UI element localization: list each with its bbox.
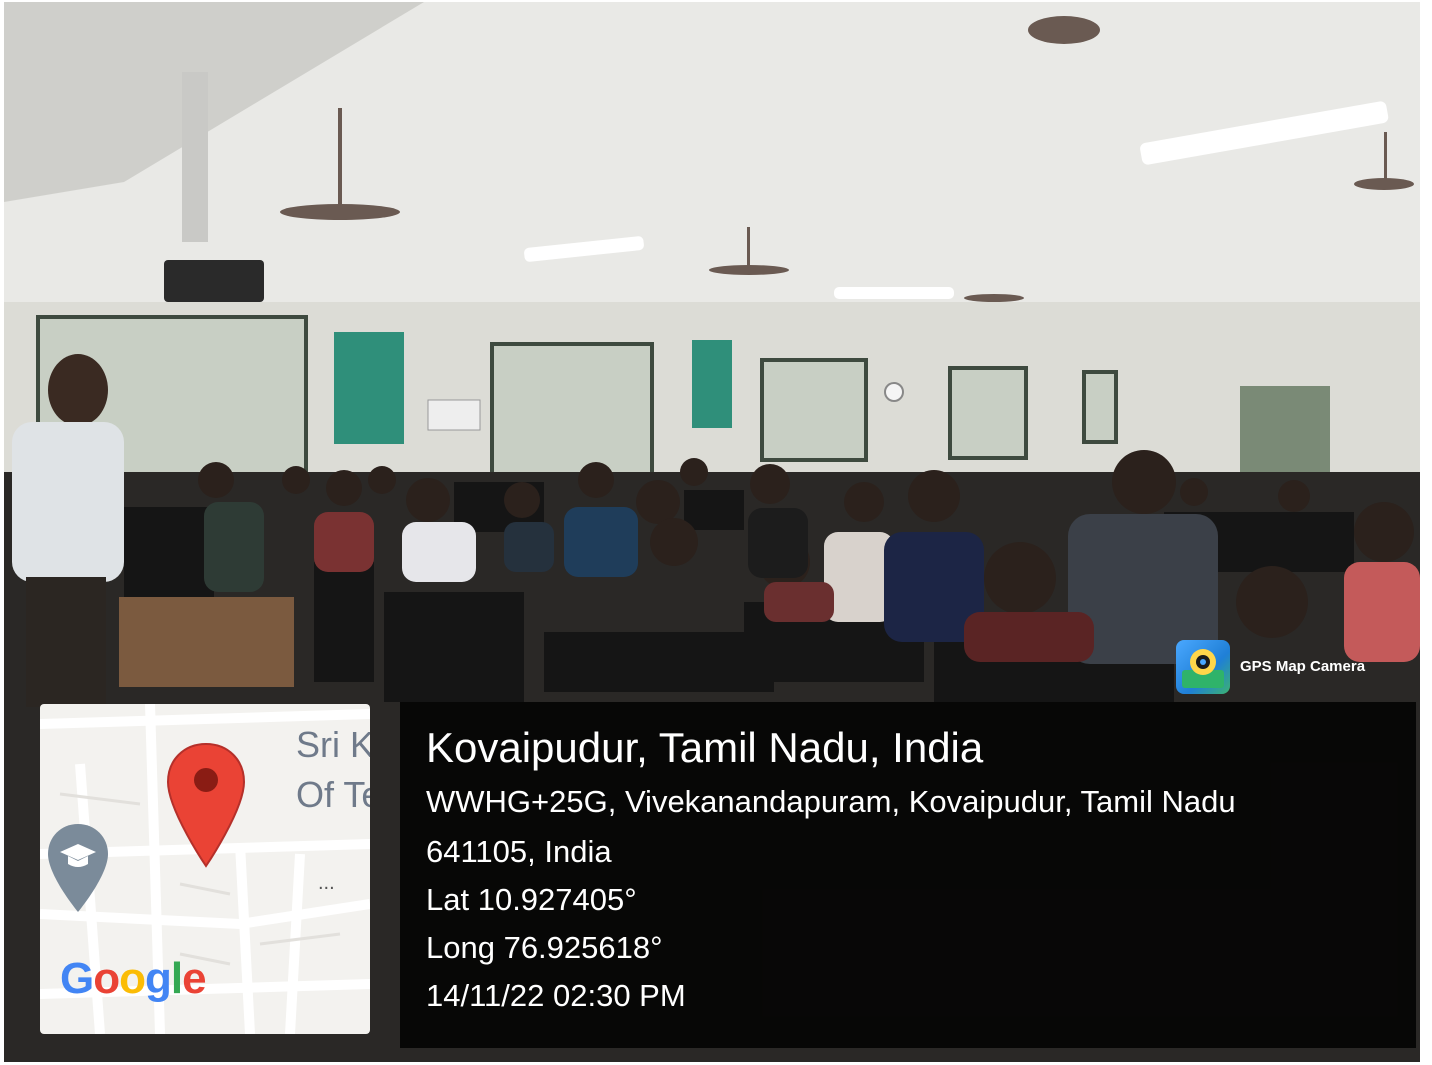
address-line-1: WWHG+25G, Vivekanandapuram, Kovaipudur, … bbox=[426, 784, 1236, 819]
gps-map-camera-badge: GPS Map Camera bbox=[1176, 640, 1382, 694]
google-logo: Google bbox=[60, 954, 207, 1003]
datetime-text: 14/11/22 02:30 PM bbox=[426, 978, 686, 1013]
gps-map-camera-icon bbox=[1176, 640, 1230, 694]
latitude-text: Lat 10.927405° bbox=[426, 882, 637, 917]
school-pin-icon bbox=[48, 824, 108, 912]
map-place-label-2: Of Tec bbox=[296, 774, 370, 815]
longitude-text: Long 76.925618° bbox=[426, 930, 663, 965]
map-more-dots: ... bbox=[318, 872, 335, 894]
address-line-2: 641105, India bbox=[426, 834, 612, 869]
location-title: Kovaipudur, Tamil Nadu, India bbox=[426, 724, 984, 771]
location-pin-icon bbox=[166, 742, 246, 868]
map-place-label-1: Sri Kris bbox=[296, 724, 370, 765]
badge-label: GPS Map Camera bbox=[1240, 658, 1366, 675]
map-thumbnail: Sri Kris Of Tec ... Google bbox=[40, 704, 370, 1034]
